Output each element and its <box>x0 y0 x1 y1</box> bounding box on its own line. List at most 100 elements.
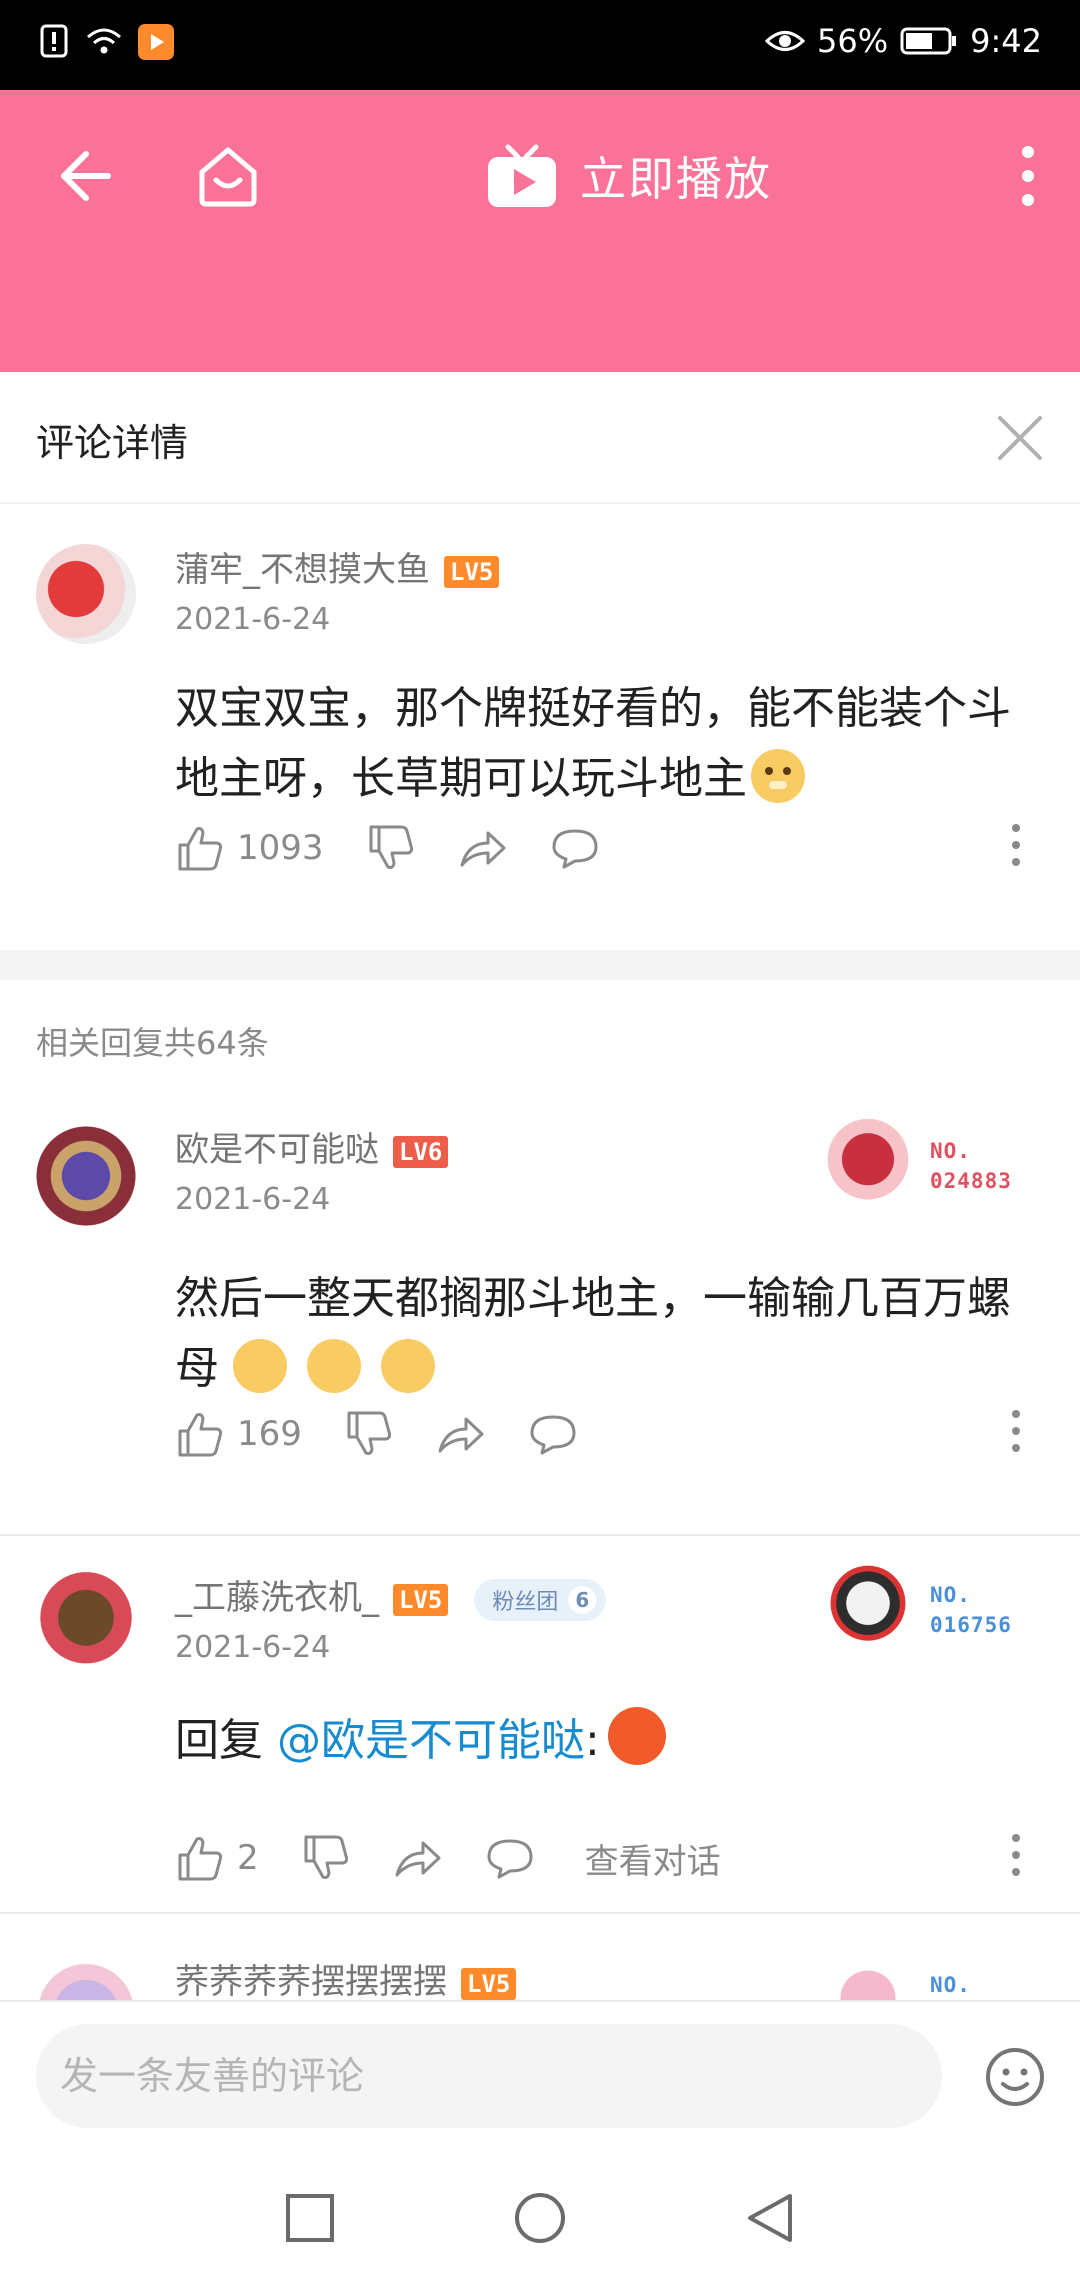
status-bar: 56% 9:42 <box>0 0 1080 90</box>
username[interactable]: 蒲牢_不想摸大鱼 LV5 <box>175 542 500 591</box>
app-notification-icon <box>138 24 174 60</box>
fan-club-badge: 粉丝团 6 <box>474 1578 607 1621</box>
dislike-button[interactable] <box>344 1409 394 1459</box>
comment-date: 2021-6-24 <box>175 1182 331 1217</box>
fan-number-badge: NO. 024883 <box>820 1116 1030 1212</box>
back-arrow-icon[interactable] <box>52 144 116 208</box>
share-button[interactable] <box>393 1833 443 1883</box>
avatar[interactable] <box>30 1564 142 1676</box>
reply-button[interactable] <box>528 1409 578 1459</box>
like-button[interactable]: 169 <box>175 1409 302 1459</box>
battery-icon <box>900 27 957 55</box>
dislike-button[interactable] <box>301 1833 351 1883</box>
chat-bubble-icon <box>487 1839 533 1879</box>
badge-figure-icon <box>820 1116 916 1212</box>
comment-text: 双宝双宝，那个牌挺好看的，能不能装个斗地主呀，长草期可以玩斗地主 <box>175 683 1011 804</box>
comment-date: 2021-6-24 <box>175 1630 331 1665</box>
avatar[interactable] <box>30 1956 142 2000</box>
thumb-up-icon <box>178 1413 223 1457</box>
fan-number-badge: NO. <box>820 1950 1030 2000</box>
home-circle-icon[interactable] <box>512 2190 568 2246</box>
level-badge: LV5 <box>393 1583 449 1616</box>
badge-no-label: NO. <box>930 1139 971 1163</box>
like-button[interactable]: 2 <box>175 1833 259 1883</box>
comment-actions: 2 查看对话 <box>175 1830 721 1886</box>
mention-link[interactable]: @欧是不可能哒 <box>277 1715 585 1766</box>
laughing-emoji-icon <box>607 1707 666 1765</box>
emoji-icon[interactable] <box>984 2046 1046 2108</box>
avatar[interactable] <box>36 544 136 644</box>
comment-more-icon[interactable] <box>1010 820 1022 870</box>
chat-bubble-icon <box>530 1415 576 1455</box>
main-comment: 蒲牢_不想摸大鱼 LV5 2021-6-24 双宝双宝，那个牌挺好看的，能不能装个… <box>0 506 1080 950</box>
share-icon <box>395 1841 441 1877</box>
like-count: 1093 <box>237 828 324 868</box>
comment-more-icon[interactable] <box>1010 1406 1022 1456</box>
comment-detail-header: 评论详情 <box>0 372 1080 504</box>
badge-no-value: 024883 <box>930 1169 1012 1193</box>
doge-emoji-icon <box>233 1339 287 1393</box>
share-icon <box>438 1417 484 1453</box>
reply-button[interactable] <box>485 1833 535 1883</box>
level-badge: LV6 <box>393 1135 449 1168</box>
comment-input[interactable] <box>60 2024 920 2128</box>
recents-icon[interactable] <box>282 2190 338 2246</box>
comment-input-bar <box>0 2000 1080 2150</box>
more-vertical-icon[interactable] <box>1016 144 1040 208</box>
share-icon <box>460 831 506 867</box>
reply-item: _工藤洗衣机_ LV5 粉丝团 6 2021-6-24 NO. 016756 回复 @… <box>0 1536 1080 1912</box>
close-icon[interactable] <box>994 412 1046 464</box>
like-button[interactable]: 1093 <box>175 823 324 873</box>
username[interactable]: _工藤洗衣机_ LV5 粉丝团 6 <box>175 1570 607 1621</box>
doge-emoji-icon <box>751 749 805 803</box>
comment-actions: 169 <box>175 1406 620 1462</box>
badge-figure-icon <box>820 1560 916 1656</box>
comment-text: 回复 @欧是不可能哒: <box>175 1706 1035 1776</box>
thumb-up-icon <box>178 827 223 871</box>
replies-count: 相关回复共64条 <box>36 1024 269 1062</box>
username[interactable]: 荞荞荞荞摆摆摆摆 LV5 <box>175 1954 517 2000</box>
share-button[interactable] <box>458 823 508 873</box>
top-app-bar: 立即播放 <box>0 90 1080 372</box>
thumb-down-icon <box>347 1411 391 1455</box>
comment-input-container[interactable] <box>36 2024 942 2128</box>
wifi-icon <box>87 28 121 54</box>
thumb-down-icon <box>369 825 413 869</box>
badge-no-label: NO. <box>930 1973 971 1997</box>
section-divider <box>0 950 1080 980</box>
play-now-button[interactable]: 立即播放 <box>486 140 772 212</box>
tv-play-icon <box>488 144 556 207</box>
doge-emoji-icon <box>307 1339 361 1393</box>
dislike-button[interactable] <box>366 823 416 873</box>
eye-comfort-icon <box>765 31 806 51</box>
reply-button[interactable] <box>550 823 600 873</box>
comment-actions: 1093 <box>175 820 642 876</box>
like-count: 169 <box>237 1414 302 1454</box>
page-title: 评论详情 <box>36 421 189 465</box>
level-badge: LV5 <box>444 555 500 588</box>
battery-percent: 56% <box>817 22 889 60</box>
notification-icon <box>40 24 68 58</box>
doge-emoji-icon <box>381 1339 435 1393</box>
comment-text: 然后一整天都搁那斗地主，一输输几百万螺母 <box>175 1273 1011 1394</box>
chat-bubble-icon <box>552 829 598 869</box>
badge-no-label: NO. <box>930 1583 971 1607</box>
comment-more-icon[interactable] <box>1010 1830 1022 1880</box>
home-icon[interactable] <box>192 140 264 212</box>
view-dialog-link[interactable]: 查看对话 <box>585 1834 721 1883</box>
play-now-label: 立即播放 <box>580 152 772 206</box>
share-button[interactable] <box>436 1409 486 1459</box>
thumb-down-icon <box>304 1835 348 1879</box>
badge-figure-icon <box>820 1950 916 2000</box>
thumb-up-icon <box>178 1837 223 1881</box>
avatar[interactable] <box>30 1120 142 1232</box>
level-badge: LV5 <box>461 1967 517 2000</box>
clock: 9:42 <box>970 22 1042 60</box>
badge-no-value: 016756 <box>930 1613 1012 1637</box>
back-triangle-icon[interactable] <box>742 2190 798 2246</box>
fan-number-badge: NO. 016756 <box>820 1560 1030 1656</box>
like-count: 2 <box>237 1838 259 1878</box>
username[interactable]: 欧是不可能哒 LV6 <box>175 1122 449 1171</box>
reply-item: 欧是不可能哒 LV6 2021-6-24 NO. 024883 然后一整天都搁那斗… <box>0 1090 1080 1530</box>
reply-item: 荞荞荞荞摆摆摆摆 LV5 NO. <box>0 1914 1080 2000</box>
